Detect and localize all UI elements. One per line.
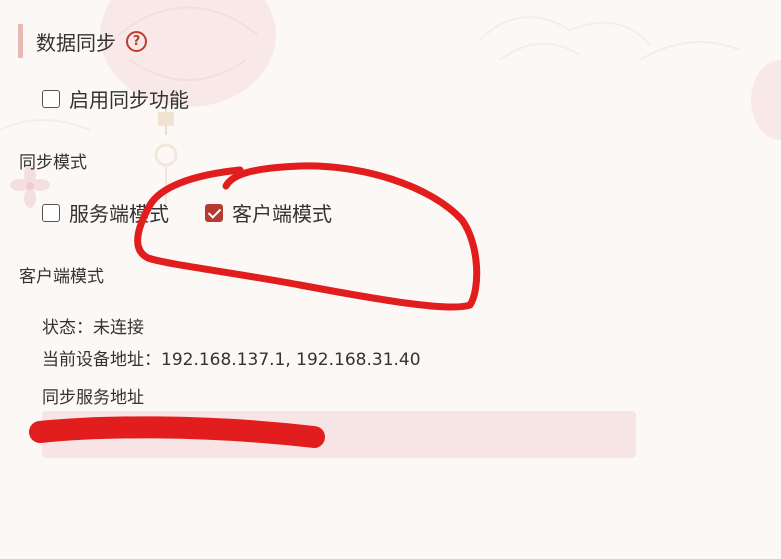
device-address: 当前设备地址：192.168.137.1, 192.168.31.40	[42, 350, 421, 370]
section-header: 数据同步 ?	[18, 24, 147, 58]
server-address-input[interactable]	[42, 411, 636, 458]
client-mode-section-label: 客户端模式	[19, 267, 104, 287]
sync-mode-label: 同步模式	[19, 153, 87, 173]
client-mode-checkbox[interactable]: 客户端模式	[205, 198, 332, 227]
help-icon[interactable]: ?	[126, 30, 147, 52]
enable-sync-checkbox[interactable]: 启用同步功能	[42, 84, 189, 113]
server-mode-label: 服务端模式	[69, 202, 169, 226]
section-accent-bar	[18, 24, 23, 58]
enable-sync-checkbox-box[interactable]	[42, 89, 60, 108]
client-mode-label: 客户端模式	[232, 202, 332, 226]
section-title: 数据同步	[36, 30, 116, 55]
client-mode-checkbox-box[interactable]	[205, 203, 223, 222]
server-mode-checkbox-box[interactable]	[42, 203, 60, 222]
server-address-label: 同步服务地址	[42, 388, 144, 408]
enable-sync-label: 启用同步功能	[69, 88, 189, 112]
connection-status: 状态：未连接	[42, 318, 144, 338]
server-mode-checkbox[interactable]: 服务端模式	[42, 198, 169, 227]
